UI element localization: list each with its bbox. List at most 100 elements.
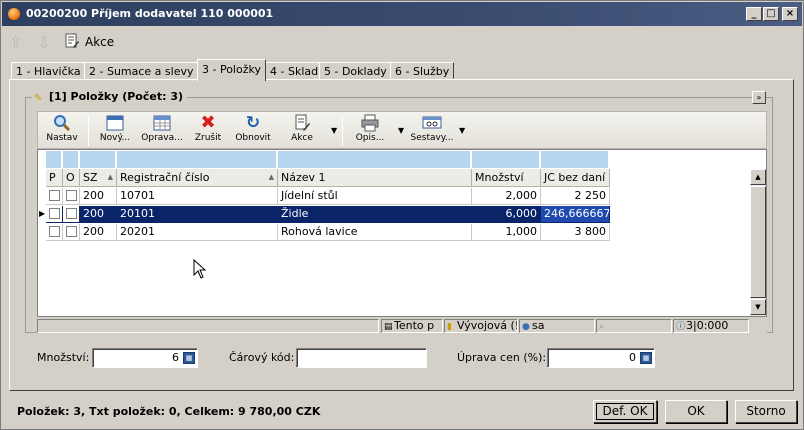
cell-reg[interactable]: 10701 — [117, 188, 278, 205]
user-icon: ● — [522, 322, 530, 332]
mnozstvi-field[interactable]: 6 ▦ — [92, 348, 198, 368]
arrow-up-icon[interactable]: ⇧ — [9, 33, 22, 52]
ok-button[interactable]: OK — [665, 400, 727, 423]
maximize-button[interactable]: □ — [763, 7, 779, 21]
checkbox-p[interactable] — [46, 206, 63, 223]
filter-cell-nazev[interactable] — [278, 151, 471, 168]
filter-cell-reg[interactable] — [117, 151, 277, 168]
app-icon — [8, 8, 20, 20]
calculator-icon[interactable]: ▦ — [183, 352, 195, 364]
status-panel-search: ⌕ — [596, 319, 672, 333]
sort-asc-icon: ▲ — [107, 173, 113, 181]
novy-button[interactable]: Nový... — [94, 114, 136, 148]
table-row-selected[interactable]: ▶ 200 20101 Židle 6,000 246,666667 — [38, 206, 610, 223]
calculator-icon[interactable]: ▦ — [640, 352, 652, 364]
sort-asc-icon: ▲ — [268, 173, 274, 181]
cell-sz[interactable]: 200 — [80, 188, 117, 205]
sestavy-dropdown-arrow-icon[interactable]: ▼ — [459, 126, 465, 135]
filter-cell-sz[interactable] — [80, 151, 116, 168]
cell-jc[interactable]: 3 800 — [541, 224, 610, 241]
filter-cell-jc[interactable] — [541, 151, 609, 168]
uprava-cen-field[interactable]: 0 ▦ — [547, 348, 655, 368]
storno-button[interactable]: Storno — [735, 400, 797, 423]
collapse-button[interactable]: » — [752, 91, 766, 104]
cell-mnozstvi[interactable]: 1,000 — [472, 224, 541, 241]
tab-hlavicka[interactable]: 1 - Hlavička — [11, 62, 86, 79]
status-panel-empty — [37, 319, 379, 333]
filter-cell-o[interactable] — [63, 151, 79, 168]
title-bar[interactable]: 00200200 Příjem dodavatel 110 000001 _ □… — [2, 2, 802, 26]
grid-status-bar: ▤Tento p ▮ Vývojová (! ● sa ⌕ ⓘ3|0:000 — [37, 318, 767, 333]
cell-sz[interactable]: 200 — [80, 224, 117, 241]
toolbar-separator — [88, 116, 89, 146]
tab-sumace-a-slevy[interactable]: 2 - Sumace a slevy — [84, 62, 199, 79]
mnozstvi-value: 6 — [172, 351, 179, 364]
zrusit-label: Zrušit — [194, 133, 222, 143]
tab-sluzby[interactable]: 6 - Služby — [390, 62, 455, 79]
akce-dropdown-arrow-icon[interactable]: ▼ — [331, 126, 337, 135]
status-panel-vyvojova: ▮ Vývojová (! — [444, 319, 518, 333]
checkbox-p[interactable] — [46, 224, 63, 241]
scroll-thumb[interactable] — [750, 186, 766, 298]
database-icon: ▮ — [447, 322, 452, 332]
dialog-window: 00200200 Příjem dodavatel 110 000001 _ □… — [0, 0, 804, 430]
cell-jc[interactable]: 246,666667 — [541, 206, 610, 223]
akce-toolbar-button[interactable]: Akce — [284, 114, 320, 148]
scroll-up-button[interactable]: ▲ — [750, 169, 766, 185]
search-icon: ⌕ — [599, 322, 605, 332]
carovy-kod-field[interactable] — [296, 348, 427, 368]
items-grid: P O SZ ▲ Registrační číslo ▲ Název 1 Množs… — [37, 149, 767, 317]
scroll-down-button[interactable]: ▼ — [750, 299, 766, 315]
cell-nazev[interactable]: Jídelní stůl — [278, 188, 472, 205]
tab-sklad[interactable]: 4 - Sklad — [265, 62, 324, 79]
status-user: sa — [532, 319, 545, 332]
document-edit-icon — [65, 33, 79, 48]
opis-button[interactable]: Opis... — [350, 114, 390, 148]
column-header-o[interactable]: O — [63, 169, 80, 187]
checkbox-o[interactable] — [63, 188, 80, 205]
close-button[interactable]: × — [782, 7, 798, 21]
column-header-reg-label: Registrační číslo — [120, 171, 210, 184]
opis-label: Opis... — [355, 133, 385, 143]
cell-nazev[interactable]: Židle — [278, 206, 472, 223]
checkbox-o[interactable] — [63, 224, 80, 241]
folder-icon: ✎ — [34, 93, 43, 104]
filter-cell-mnozstvi[interactable] — [472, 151, 540, 168]
zrusit-button[interactable]: ✖ Zrušit — [188, 114, 228, 148]
column-header-jc[interactable]: JC bez daní — [541, 169, 610, 187]
column-header-reg[interactable]: Registrační číslo ▲ — [117, 169, 278, 187]
column-header-p[interactable]: P — [46, 169, 63, 187]
checkbox-p[interactable] — [46, 188, 63, 205]
cell-mnozstvi[interactable]: 6,000 — [472, 206, 541, 223]
akce-label: Akce — [85, 35, 115, 49]
column-header-mnozstvi[interactable]: Množství — [472, 169, 541, 187]
def-ok-button[interactable]: Def. OK — [593, 400, 657, 423]
status-panel-user: ● sa — [519, 319, 595, 333]
checkbox-o[interactable] — [63, 206, 80, 223]
cell-jc[interactable]: 2 250 — [541, 188, 610, 205]
cell-sz[interactable]: 200 — [80, 206, 117, 223]
opis-dropdown-arrow-icon[interactable]: ▼ — [398, 126, 404, 135]
table-row[interactable]: 200 20201 Rohová lavice 1,000 3 800 — [38, 224, 610, 241]
tab-polozky[interactable]: 3 - Položky — [197, 59, 266, 81]
sestavy-button[interactable]: Sestavy... — [410, 114, 454, 148]
arrow-down-icon[interactable]: ⇩ — [37, 33, 50, 52]
column-header-sz[interactable]: SZ ▲ — [80, 169, 117, 187]
nastav-button[interactable]: Nastav — [42, 114, 82, 148]
cell-reg[interactable]: 20201 — [117, 224, 278, 241]
report-preview-icon — [422, 114, 442, 132]
nastav-label: Nastav — [46, 133, 78, 143]
obnovit-button[interactable]: ↻ Obnovit — [232, 114, 274, 148]
cell-nazev[interactable]: Rohová lavice — [278, 224, 472, 241]
cell-reg[interactable]: 20101 — [117, 206, 278, 223]
minimize-button[interactable]: _ — [746, 7, 762, 21]
refresh-icon: ↻ — [245, 113, 261, 133]
column-header-nazev[interactable]: Název 1 — [278, 169, 472, 187]
vertical-scrollbar[interactable]: ▲ ▼ — [750, 169, 766, 316]
cell-mnozstvi[interactable]: 2,000 — [472, 188, 541, 205]
tab-doklady[interactable]: 5 - Doklady — [319, 62, 392, 79]
table-row[interactable]: 200 10701 Jídelní stůl 2,000 2 250 — [38, 188, 610, 205]
sestavy-label: Sestavy... — [410, 133, 454, 143]
filter-cell-p[interactable] — [46, 151, 62, 168]
oprava-button[interactable]: Oprava... — [140, 114, 184, 148]
